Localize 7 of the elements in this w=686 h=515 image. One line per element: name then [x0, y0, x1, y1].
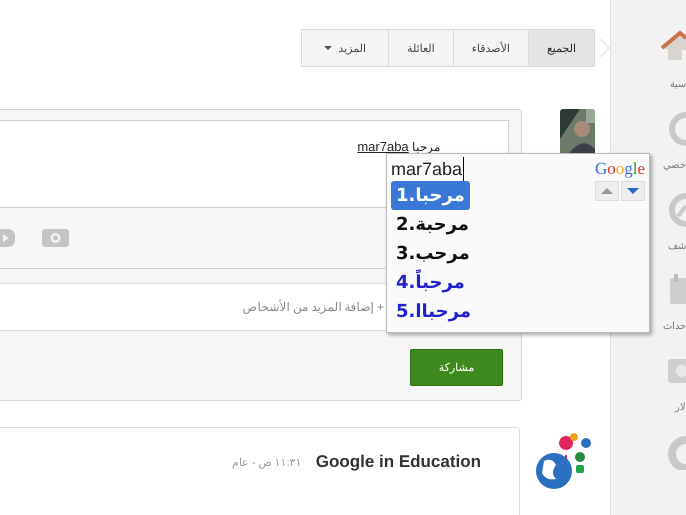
suggestion-text: 3.مرحب — [396, 243, 470, 264]
editor-text: مرحبا — [412, 140, 440, 154]
suggestion-text: 5.مرحباا — [396, 301, 471, 322]
suggestion-text: 2.مرحبة — [396, 214, 469, 235]
composing-text: mar7aba — [357, 139, 409, 154]
suggestion-text: 1.مرحبا — [396, 185, 465, 206]
google-logo: Google — [594, 159, 645, 179]
